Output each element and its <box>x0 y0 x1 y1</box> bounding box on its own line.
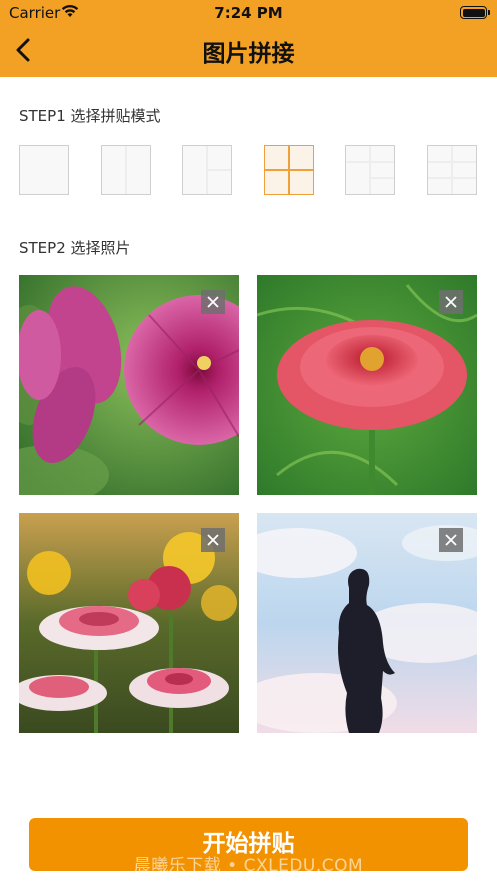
photo-slot-3[interactable] <box>19 513 239 733</box>
delete-photo-1-button[interactable] <box>201 290 225 314</box>
close-icon <box>445 534 457 546</box>
step1-label: STEP1 选择拼贴模式 <box>19 107 161 125</box>
status-time: 7:24 PM <box>214 4 283 22</box>
mode-grid-2x2[interactable] <box>264 145 314 195</box>
delete-photo-4-button[interactable] <box>439 528 463 552</box>
mode-two-columns[interactable] <box>101 145 151 195</box>
photo-slot-1[interactable] <box>19 275 239 495</box>
photo-slot-4[interactable] <box>257 513 477 733</box>
delete-photo-3-button[interactable] <box>201 528 225 552</box>
mode-mixed-five[interactable] <box>345 145 395 195</box>
photo-slot-2[interactable] <box>257 275 477 495</box>
mode-grid-3x2[interactable] <box>427 145 477 195</box>
delete-photo-2-button[interactable] <box>439 290 463 314</box>
close-icon <box>207 534 219 546</box>
close-icon <box>445 296 457 308</box>
watermark: 晨曦乐下载 • CXLEDU.COM <box>133 856 364 876</box>
battery-icon <box>460 6 490 19</box>
mode-single[interactable] <box>19 145 69 195</box>
close-icon <box>207 296 219 308</box>
status-bar: Carrier 7:24 PM <box>0 0 497 25</box>
mode-left-one-right-two[interactable] <box>182 145 232 195</box>
page-title: 图片拼接 <box>202 41 295 67</box>
top-bar: Carrier 7:24 PM 图片拼接 <box>0 0 497 77</box>
step2-label: STEP2 选择照片 <box>19 239 131 257</box>
